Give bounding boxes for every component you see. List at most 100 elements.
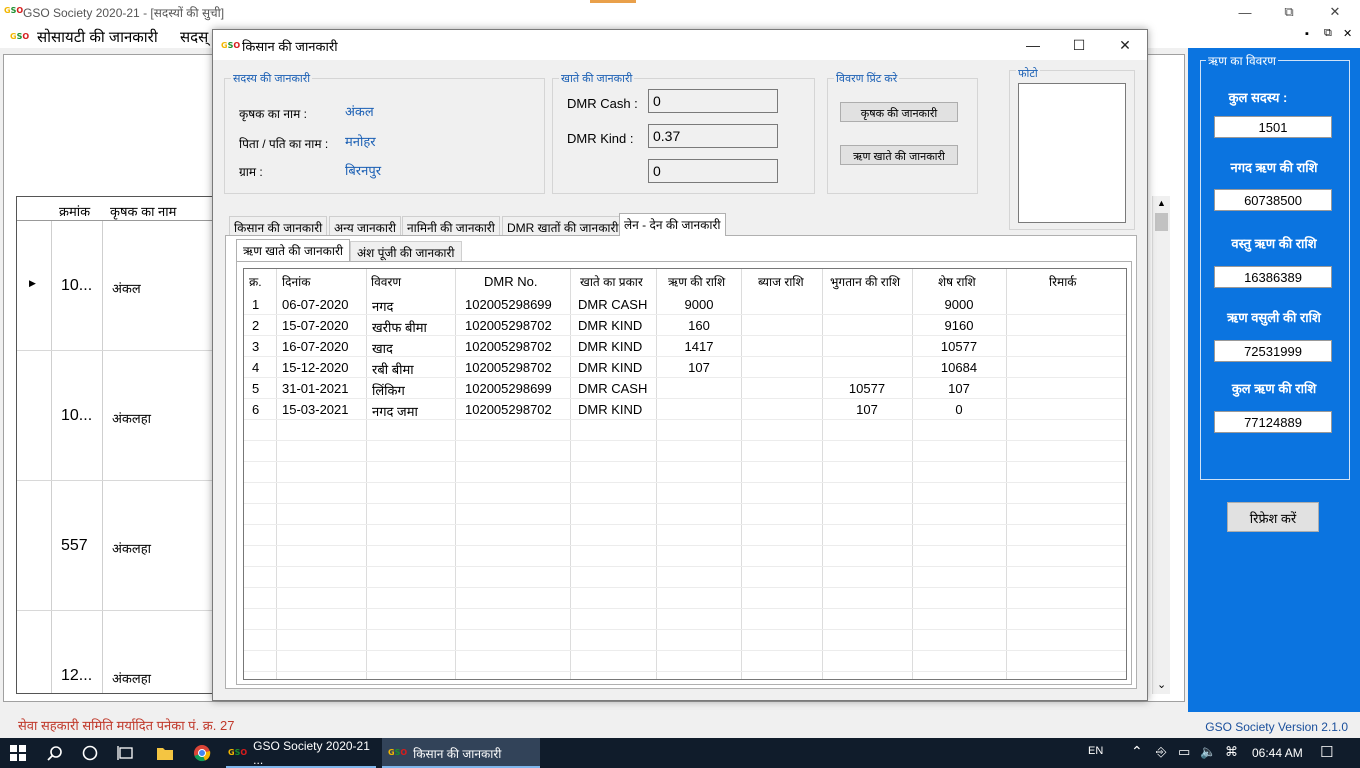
dialog-close-icon[interactable]: ✕ bbox=[1102, 30, 1148, 60]
member-row[interactable]: 12... अंकलहा bbox=[17, 611, 215, 693]
loan-ledger-grid[interactable]: क्र. दिनांक विवरण DMR No. खाते का प्रकार… bbox=[243, 268, 1127, 680]
dialog-maximize-icon[interactable]: ☐ bbox=[1056, 30, 1102, 60]
cell-date: 15-07-2020 bbox=[282, 318, 349, 333]
header-farmer-name[interactable]: कृषक का नाम bbox=[110, 202, 176, 220]
clock[interactable]: 06:44 AM bbox=[1252, 746, 1303, 760]
col-serial[interactable]: क्र. bbox=[249, 273, 262, 290]
society-name: सेवा सहकारी समिति मर्यादित पनेका पं. क्र… bbox=[18, 718, 235, 733]
cell-serial: 1 bbox=[252, 297, 260, 312]
mdi-restore-icon[interactable]: ⧉ bbox=[1324, 27, 1332, 40]
battery-icon[interactable]: ▭ bbox=[1178, 744, 1190, 760]
member-grid-scrollbar[interactable]: ▲ ⌄ bbox=[1152, 196, 1170, 694]
scroll-up-icon[interactable]: ▲ bbox=[1157, 198, 1166, 208]
current-row-icon: ▶ bbox=[29, 278, 36, 288]
menu-society-info[interactable]: सोसायटी की जानकारी bbox=[37, 27, 158, 47]
member-row[interactable]: ▶ 10... अंकल bbox=[17, 221, 215, 351]
col-date[interactable]: दिनांक bbox=[282, 273, 310, 290]
subtab-share-capital[interactable]: अंश पूंजी की जानकारी bbox=[350, 241, 462, 261]
task-view-icon[interactable] bbox=[116, 743, 136, 763]
transactions-tab-page: ऋण खाते की जानकारी अंश पूंजी की जानकारी … bbox=[225, 235, 1137, 689]
cell-dmr-no: 102005298702 bbox=[465, 339, 552, 354]
taskbar-app-main[interactable]: GSO GSO Society 2020-21 ... bbox=[222, 738, 382, 768]
member-num: 10... bbox=[61, 407, 93, 424]
tray-chevron-up-icon[interactable]: ⌃ bbox=[1131, 743, 1143, 760]
cell-account-type: DMR KIND bbox=[578, 402, 643, 417]
notification-icon[interactable]: ☐ bbox=[1320, 743, 1333, 761]
volume-icon[interactable]: 🔈 bbox=[1200, 744, 1216, 760]
scroll-down-icon[interactable]: ⌄ bbox=[1157, 678, 1166, 691]
language-indicator[interactable]: EN bbox=[1088, 745, 1103, 757]
col-account-type[interactable]: खाते का प्रकार bbox=[580, 273, 643, 290]
taskbar-app-dialog[interactable]: GSO किसान की जानकारी bbox=[382, 738, 540, 768]
col-dmr-no[interactable]: DMR No. bbox=[484, 274, 537, 289]
recovery-label: ऋण वसुली की राशि bbox=[1227, 310, 1321, 325]
ledger-row[interactable]: 1 06-07-2020 नगद 102005298699 DMR CASH 9… bbox=[244, 294, 1126, 315]
col-interest[interactable]: ब्याज राशि bbox=[758, 273, 804, 290]
tab-transactions[interactable]: लेन - देन की जानकारी bbox=[619, 213, 726, 236]
total-loan-label: कुल ऋण की राशि bbox=[1231, 381, 1317, 396]
windows-start-icon[interactable] bbox=[8, 743, 28, 763]
tab-other-info[interactable]: अन्य जानकारी bbox=[329, 216, 402, 236]
mdi-minimize-icon[interactable]: ▪ bbox=[1305, 28, 1309, 40]
cell-loan-amount: 160 bbox=[688, 318, 710, 333]
cell-description: रबी बीमा bbox=[372, 362, 414, 377]
dmr-cash-field[interactable]: 0 bbox=[648, 89, 778, 113]
refresh-button[interactable]: रिफ्रेश करें bbox=[1227, 502, 1319, 532]
tab-nominee-info[interactable]: नामिनी की जानकारी bbox=[402, 216, 500, 236]
minimize-icon[interactable]: — bbox=[1222, 0, 1268, 24]
tray-people-icon[interactable]: ⎆ bbox=[1156, 744, 1166, 760]
app-logo-icon: GSO bbox=[4, 6, 24, 15]
col-payment[interactable]: भुगतान की राशि bbox=[830, 273, 900, 290]
mdi-close-icon[interactable]: ✕ bbox=[1343, 27, 1352, 40]
tab-farmer-info[interactable]: किसान की जानकारी bbox=[229, 216, 328, 236]
menu-members[interactable]: सदस् bbox=[180, 27, 208, 47]
wifi-icon[interactable]: ⌘ bbox=[1225, 744, 1238, 760]
cell-balance: 10684 bbox=[940, 360, 978, 375]
col-loan-amount[interactable]: ऋण की राशि bbox=[668, 273, 725, 290]
ledger-empty-row bbox=[244, 483, 1126, 504]
print-loan-button[interactable]: ऋण खाते की जानकारी bbox=[840, 145, 958, 165]
member-row[interactable]: 10... अंकलहा bbox=[17, 351, 215, 481]
search-icon[interactable] bbox=[45, 743, 65, 763]
cell-account-type: DMR KIND bbox=[578, 318, 643, 333]
photo-legend: फोटो bbox=[1016, 66, 1040, 81]
subtab-loan-account[interactable]: ऋण खाते की जानकारी bbox=[236, 239, 351, 262]
cell-account-type: DMR KIND bbox=[578, 360, 643, 375]
total-loan-value: 77124889 bbox=[1214, 411, 1332, 433]
cell-dmr-no: 102005298702 bbox=[465, 318, 552, 333]
tab-dmr-accounts[interactable]: DMR खातों की जानकारी bbox=[502, 216, 624, 236]
dmr-total-field[interactable]: 0 bbox=[648, 159, 778, 183]
restore-icon[interactable]: ⧉ bbox=[1266, 0, 1312, 24]
cortana-icon[interactable] bbox=[80, 743, 100, 763]
chrome-icon[interactable] bbox=[192, 743, 212, 763]
recovery-value: 72531999 bbox=[1214, 340, 1332, 362]
cell-balance: 107 bbox=[948, 381, 970, 396]
member-row[interactable]: 557 अंकलहा bbox=[17, 481, 215, 611]
print-farmer-button[interactable]: कृषक की जानकारी bbox=[840, 102, 958, 122]
scroll-thumb[interactable] bbox=[1155, 213, 1168, 231]
dialog-title: किसान की जानकारी bbox=[242, 39, 338, 54]
dmr-kind-label: DMR Kind : bbox=[567, 131, 634, 146]
dialog-title-bar: GSO किसान की जानकारी — ☐ ✕ bbox=[213, 30, 1147, 60]
dmr-kind-field[interactable]: 0.37 bbox=[648, 124, 778, 148]
dialog-minimize-icon[interactable]: — bbox=[1010, 30, 1056, 60]
ledger-row[interactable]: 6 15-03-2021 नगद जमा 102005298702 DMR KI… bbox=[244, 399, 1126, 420]
file-explorer-icon[interactable] bbox=[155, 743, 175, 763]
ledger-empty-row bbox=[244, 567, 1126, 588]
ledger-row[interactable]: 2 15-07-2020 खरीफ बीमा 102005298702 DMR … bbox=[244, 315, 1126, 336]
close-icon[interactable]: ✕ bbox=[1312, 0, 1358, 24]
ledger-empty-row bbox=[244, 588, 1126, 609]
cell-balance: 10577 bbox=[940, 339, 978, 354]
print-group: विवरण प्रिंट करे bbox=[827, 71, 978, 194]
ledger-row[interactable]: 3 16-07-2020 खाद 102005298702 DMR KIND 1… bbox=[244, 336, 1126, 357]
col-description[interactable]: विवरण bbox=[371, 273, 401, 290]
member-grid[interactable]: क्रमांक कृषक का नाम ▶ 10... अंकल 10... अ… bbox=[16, 196, 216, 694]
cell-account-type: DMR CASH bbox=[578, 297, 648, 312]
ledger-row[interactable]: 5 31-01-2021 लिंकिग 102005298699 DMR CAS… bbox=[244, 378, 1126, 399]
col-balance[interactable]: शेष राशि bbox=[938, 273, 976, 290]
col-remark[interactable]: रिमार्क bbox=[1049, 273, 1077, 290]
ledger-row[interactable]: 4 15-12-2020 रबी बीमा 102005298702 DMR K… bbox=[244, 357, 1126, 378]
member-grid-header: क्रमांक कृषक का नाम bbox=[17, 197, 215, 221]
header-serial[interactable]: क्रमांक bbox=[59, 202, 90, 220]
cell-description: लिंकिग bbox=[372, 383, 405, 398]
